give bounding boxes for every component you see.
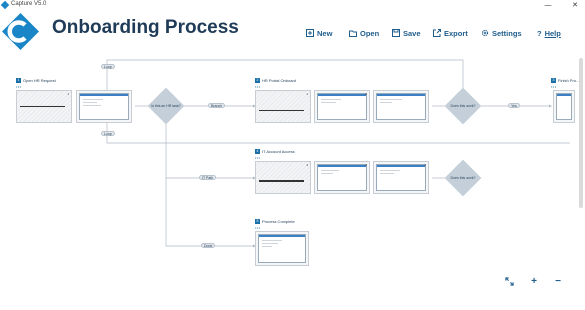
step-label: 4 IT Account Access <box>255 149 295 154</box>
decision-label: Does this work? <box>450 104 476 108</box>
step-thumbnail[interactable]: 1 <box>16 90 72 123</box>
vertical-scrollbar[interactable] <box>579 58 583 208</box>
decision-label: Is this an HR task? <box>151 104 181 108</box>
step-thumbnail[interactable] <box>76 90 132 123</box>
step-label: 3 Finish Pro... <box>551 78 579 83</box>
decision-label: Does this work? <box>450 176 476 180</box>
step-title: HR Portal Onboard <box>262 78 297 83</box>
connector-label[interactable]: Done <box>201 243 216 248</box>
expand-icon <box>504 277 514 286</box>
step-thumbnail[interactable]: 1 <box>255 90 311 123</box>
fit-to-screen-button[interactable] <box>503 276 515 288</box>
step-dots: ••• <box>255 84 261 89</box>
connector-label[interactable]: Loop <box>101 131 115 136</box>
thumb-count: 4 <box>306 163 308 167</box>
step-title: Finish Pro... <box>558 78 580 83</box>
step-dots: ••• <box>255 155 261 160</box>
step-number: 4 <box>255 149 260 154</box>
thumb-count: 1 <box>306 92 308 96</box>
thumb-count: 1 <box>424 163 426 167</box>
step-thumbnail[interactable]: 2 <box>314 90 370 123</box>
step-number: 2 <box>255 78 260 83</box>
step-dots: ••• <box>255 225 261 230</box>
connector-label[interactable]: Loop <box>101 64 115 69</box>
step-thumbnail[interactable]: 1 <box>373 161 429 194</box>
step-number: 3 <box>551 78 556 83</box>
step-thumbnail[interactable] <box>553 90 575 123</box>
step-title: Open HR Request <box>23 78 56 83</box>
step-thumbnail[interactable] <box>255 231 309 266</box>
thumb-count: 2 <box>365 92 367 96</box>
zoom-in-button[interactable]: + <box>528 276 540 288</box>
thumb-count: 1 <box>67 92 69 96</box>
step-title: Process Complete <box>262 219 295 224</box>
step-dots: ••• <box>16 84 22 89</box>
zoom-out-button[interactable]: − <box>552 276 564 288</box>
step-number: 1 <box>16 78 21 83</box>
step-label: 5 Process Complete <box>255 219 295 224</box>
step-label: 2 HR Portal Onboard <box>255 78 296 83</box>
thumb-count: 2 <box>365 163 367 167</box>
connector-label[interactable]: IT Path <box>199 175 217 180</box>
connector-label[interactable]: Yes <box>508 103 520 108</box>
step-label: 1 Open HR Request <box>16 78 56 83</box>
step-thumbnail[interactable] <box>373 90 429 123</box>
step-dots: ••• <box>551 84 557 89</box>
connector-label[interactable]: Branch <box>208 103 226 108</box>
step-thumbnail[interactable]: 2 <box>314 161 370 194</box>
step-title: IT Account Access <box>262 149 295 154</box>
step-number: 5 <box>255 219 260 224</box>
step-thumbnail[interactable]: 4 <box>255 161 311 194</box>
